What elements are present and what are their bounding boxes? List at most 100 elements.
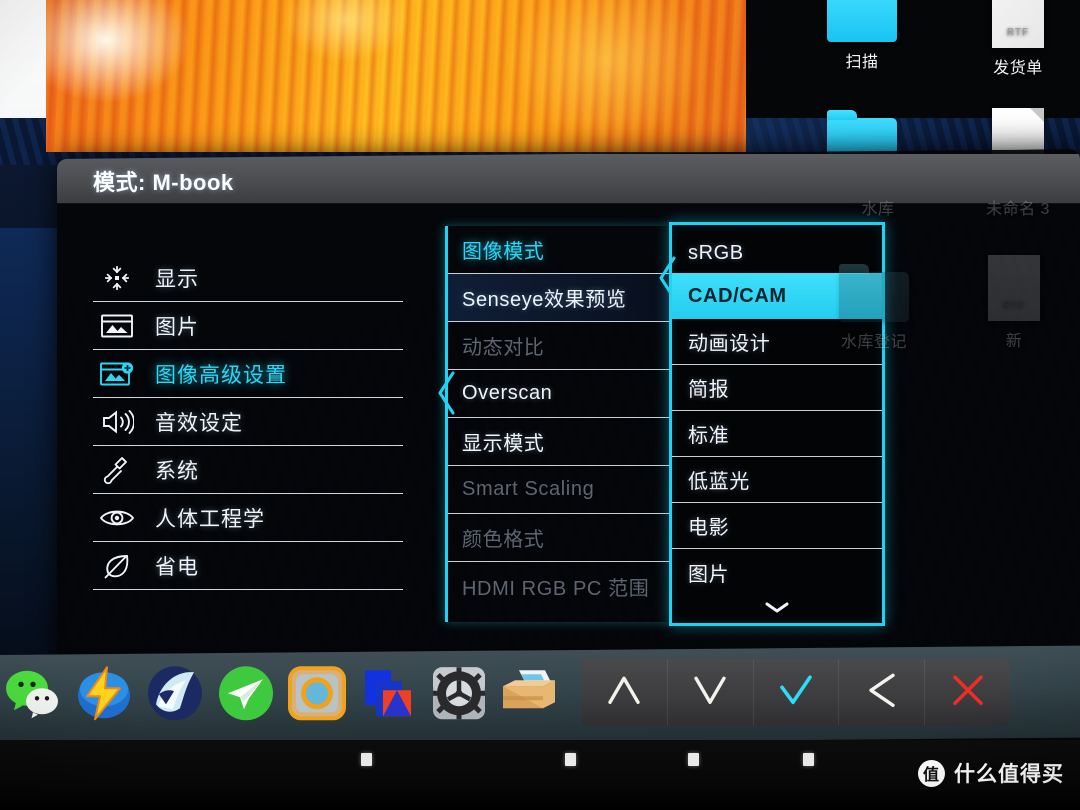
eye-icon [97, 503, 137, 533]
value-label: 动画设计 [688, 333, 771, 355]
option-item-color-format: 颜色格式 [448, 514, 669, 562]
desktop-icon-label: 扫描 [845, 54, 879, 71]
macos-dock [0, 658, 580, 734]
sidebar-item-ergonomics[interactable]: 人体工程学 [93, 494, 403, 542]
thunder-download-icon[interactable] [75, 664, 133, 722]
desktop-icon-label: 新 [1005, 333, 1023, 350]
sidebar-item-label: 省电 [155, 555, 199, 579]
document-icon: RTF [992, 0, 1044, 48]
close-x-icon [949, 671, 987, 714]
option-label: 显示模式 [462, 433, 545, 455]
finder-archive-icon[interactable] [501, 664, 559, 722]
system-preferences-icon[interactable] [430, 664, 488, 722]
desktop-icon-document-behind: RTF 新 [962, 255, 1066, 351]
value-item-standard[interactable]: 标准 [672, 411, 882, 457]
option-label: Overscan [462, 382, 553, 404]
sidebar-item-picture-advanced[interactable]: 图像高级设置 [93, 350, 403, 398]
confirm-button[interactable] [753, 659, 840, 726]
value-label: 标准 [688, 425, 730, 447]
monitor-bezel [0, 645, 1080, 747]
value-item-presentation[interactable]: 简报 [672, 365, 882, 411]
vmware-fusion-icon[interactable] [359, 664, 417, 722]
sequel-pro-icon[interactable] [146, 664, 204, 722]
osd-option-list: 图像模式 Senseye效果预览 动态对比 Overscan 显示模式 Smar… [438, 226, 669, 622]
desktop-icon-label-behind-1: 水库 [826, 195, 930, 219]
screenshot-root: 扫描 RTF 发货单 水库 未命名 3 水库登记 RTF 新 模式: M-boo… [0, 0, 1080, 810]
bezel-indicator-3[interactable] [688, 753, 699, 766]
sidebar-item-label: 显示 [155, 267, 199, 291]
sidebar-item-label: 图片 [155, 315, 199, 339]
sidebar-item-display[interactable]: 显示 [93, 254, 403, 302]
wrench-icon [97, 455, 137, 485]
option-item-hdmi-rgb-pc-range: HDMI RGB PC 范围 [448, 562, 669, 610]
desktop-icon-label: 水库 [861, 201, 895, 218]
value-label: 低蓝光 [688, 471, 750, 493]
wechat-icon[interactable] [4, 664, 62, 722]
option-item-overscan[interactable]: Overscan [448, 370, 669, 418]
option-label: 图像模式 [462, 241, 545, 263]
watermark-text: 什么值得买 [954, 763, 1064, 786]
option-item-senseye-demo[interactable]: Senseye效果预览 [448, 274, 669, 322]
option-item-picture-mode[interactable]: 图像模式 [448, 226, 669, 274]
chevron-down-icon[interactable] [672, 601, 882, 619]
value-label: 图片 [688, 563, 730, 586]
document-ext-label: RTF [1006, 27, 1030, 38]
document-ext-label: RTF [1002, 300, 1026, 311]
chevron-left-icon [865, 671, 899, 714]
leaf-icon [97, 551, 137, 581]
picture-icon [97, 311, 137, 341]
up-button[interactable] [582, 659, 668, 726]
chevron-down-icon [691, 673, 729, 712]
osd-button-bar [582, 659, 1010, 726]
value-label: 简报 [688, 379, 730, 401]
document-icon: RTF [988, 255, 1040, 321]
down-button[interactable] [667, 659, 754, 726]
shrink-arrows-icon [97, 263, 137, 293]
folder-icon [827, 0, 897, 42]
option-item-display-mode[interactable]: 显示模式 [448, 418, 669, 466]
option-label: 颜色格式 [462, 529, 545, 551]
sidebar-item-label: 人体工程学 [155, 507, 265, 531]
sidebar-item-eco[interactable]: 省电 [93, 542, 403, 590]
sidebar-item-audio[interactable]: 音效设定 [93, 398, 403, 446]
bezel-indicator-4[interactable] [803, 753, 814, 766]
desktop-icon-label-behind-2: 未命名 3 [966, 195, 1070, 219]
exit-button[interactable] [925, 659, 1010, 725]
osd-category-list: 显示 图片 图像高级设置 音效设定 系统 人体工程学 省电 [93, 254, 403, 590]
bezel-indicator-1[interactable] [361, 753, 372, 766]
desktop-icon-label: 发货单 [993, 60, 1043, 77]
option-label: Smart Scaling [462, 478, 595, 500]
sidebar-item-label: 图像高级设置 [155, 363, 287, 387]
wallpaper-elcapitan-rock [46, 0, 746, 152]
picture-plus-icon [97, 359, 137, 389]
desktop-icon-document-1[interactable]: RTF 发货单 [966, 0, 1070, 78]
option-label: 动态对比 [462, 337, 545, 359]
bezel-indicator-2[interactable] [565, 753, 576, 766]
watermark: 值 什么值得买 [918, 758, 1064, 788]
value-label: 电影 [688, 517, 730, 539]
sidebar-item-label: 音效设定 [155, 411, 243, 435]
osd-body: 显示 图片 图像高级设置 音效设定 系统 人体工程学 省电 图像模式 Sense… [57, 204, 1080, 666]
browser-icon[interactable] [288, 664, 346, 722]
option-label: Senseye效果预览 [462, 289, 627, 311]
osd-mode-title: 模式: M-book [93, 170, 234, 195]
telegram-icon[interactable] [217, 664, 275, 722]
sidebar-item-label: 系统 [155, 459, 199, 483]
option-item-dynamic-contrast: 动态对比 [448, 322, 669, 370]
option-item-smart-scaling: Smart Scaling [448, 466, 669, 514]
speaker-icon [97, 407, 137, 437]
desktop-icon-label: 水库登记 [840, 334, 907, 351]
value-item-photo[interactable]: 图片 [672, 549, 882, 595]
option-label: HDMI RGB PC 范围 [462, 577, 650, 600]
chevron-up-icon [605, 673, 643, 712]
value-item-low-blue-light[interactable]: 低蓝光 [672, 457, 882, 503]
sidebar-item-system[interactable]: 系统 [93, 446, 403, 494]
folder-icon [839, 264, 909, 322]
value-item-movie[interactable]: 电影 [672, 503, 882, 549]
sidebar-item-picture[interactable]: 图片 [93, 302, 403, 350]
desktop-icon-label: 未命名 3 [986, 201, 1050, 218]
watermark-logo: 值 [918, 759, 945, 787]
value-label: sRGB [688, 242, 744, 264]
back-button[interactable] [839, 659, 926, 726]
desktop-icon-folder-1[interactable]: 扫描 [810, 0, 914, 72]
